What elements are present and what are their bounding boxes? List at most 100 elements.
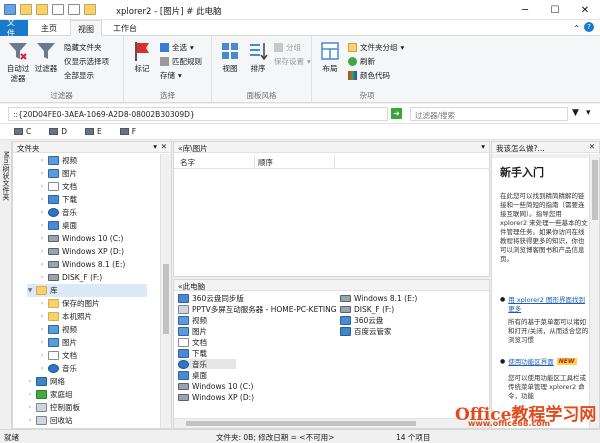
copy-icon[interactable] — [68, 4, 80, 15]
tree-item[interactable]: › Windows XP (D:) — [39, 245, 124, 258]
tree-item[interactable]: › 视频 — [39, 323, 77, 336]
tree-item[interactable]: › 家庭组 — [27, 388, 73, 401]
scroll-thumb[interactable] — [592, 160, 598, 220]
expand-right-icon[interactable]: › — [39, 274, 45, 281]
expand-right-icon[interactable]: › — [39, 300, 45, 307]
show-selection-item[interactable]: 仅显示选择项 — [64, 56, 109, 67]
ribbon-ui-link[interactable]: 使用功能区界面 — [508, 356, 554, 366]
store-item[interactable]: 存储 ▾ — [160, 70, 182, 81]
list-item[interactable]: 图片 — [178, 326, 207, 336]
list-item[interactable]: 360云盘 — [340, 315, 383, 325]
maximize-button[interactable]: ☐ — [540, 0, 570, 20]
help-icon[interactable]: ? — [584, 22, 594, 32]
expand-right-icon[interactable]: › — [39, 339, 45, 346]
list-item[interactable]: 视频 — [178, 315, 207, 325]
expand-right-icon[interactable]: › — [27, 391, 33, 398]
expand-right-icon[interactable]: › — [27, 417, 33, 424]
view-button[interactable]: 视图 — [216, 40, 244, 74]
mini-tree-side-tab[interactable]: Mini树状文件夹 — [0, 141, 12, 429]
scroll-thumb[interactable] — [186, 421, 416, 426]
collapse-ribbon-icon[interactable]: ⌃ — [573, 24, 580, 33]
tab-view[interactable]: 视图 — [70, 20, 102, 37]
list-item[interactable]: Windows 8.1 (E:) — [340, 293, 417, 303]
list-item[interactable]: PPTV多屏互动服务器 - HOME-PC-KETING — [178, 304, 337, 314]
tree-item[interactable]: › DISK_F (F:) — [39, 271, 102, 284]
close-pane-icon[interactable]: ✕ — [589, 142, 595, 151]
tree-item[interactable]: › 回收站 — [27, 414, 73, 427]
close-pane-icon[interactable]: ✕ — [161, 142, 167, 151]
column-name[interactable]: 名字 — [180, 157, 195, 168]
tree-item[interactable]: › Windows 10 (C:) — [39, 232, 124, 245]
filter-button[interactable]: 过滤器 — [32, 40, 60, 74]
expand-right-icon[interactable]: › — [27, 378, 33, 385]
search-input[interactable]: 过滤器/搜索 — [410, 107, 568, 121]
folder-icon[interactable] — [84, 4, 96, 15]
expand-right-icon[interactable]: › — [39, 326, 45, 333]
list-item[interactable]: 音乐 — [178, 359, 236, 369]
list-item[interactable]: 百度云管家 — [340, 326, 392, 336]
pin-icon[interactable]: ▾ — [153, 142, 157, 151]
folder-group-item[interactable]: 文件夹分组 ▾ — [348, 42, 404, 53]
filter-icon[interactable]: ▼ — [572, 108, 579, 118]
sort-button[interactable]: 排序 — [244, 40, 272, 74]
group-item[interactable]: 分组 — [274, 42, 301, 53]
tree-item[interactable]: › 图片 — [39, 167, 77, 180]
tree-item[interactable]: › 文档 — [39, 180, 77, 193]
refresh-item[interactable]: 刷新 — [348, 56, 375, 67]
tree-item[interactable]: › 控制面板 — [27, 401, 80, 414]
expand-right-icon[interactable]: › — [39, 313, 45, 320]
expand-right-icon[interactable]: › — [39, 261, 45, 268]
list-item[interactable]: 360云盘同步版 — [178, 293, 244, 303]
expand-down-icon[interactable]: ▼ — [27, 287, 33, 294]
minimize-button[interactable]: ─ — [510, 0, 540, 20]
expand-right-icon[interactable]: › — [39, 170, 45, 177]
close-button[interactable]: ✕ — [570, 0, 600, 20]
expand-right-icon[interactable]: › — [39, 222, 45, 229]
expand-right-icon[interactable]: › — [39, 235, 45, 242]
tree-item[interactable]: ▼ 库 — [27, 284, 147, 297]
new-folder-icon[interactable] — [20, 4, 32, 15]
tree-item[interactable]: › 音乐 — [39, 362, 77, 375]
drive-c-button[interactable]: C — [14, 127, 31, 136]
go-icon[interactable]: ➜ — [391, 108, 402, 119]
match-rules-item[interactable]: 匹配规则 — [160, 56, 202, 67]
expand-right-icon[interactable]: › — [27, 404, 33, 411]
expand-right-icon[interactable]: › — [39, 157, 45, 164]
list-item[interactable]: DISK_F (F:) — [340, 304, 394, 314]
expand-right-icon[interactable]: › — [39, 248, 45, 255]
mark-button[interactable]: 标记 — [128, 40, 156, 74]
select-all-item[interactable]: 全选 ▾ — [160, 42, 194, 53]
tree-item[interactable]: › 图片 — [39, 336, 77, 349]
layout-button[interactable]: 布局 — [316, 40, 344, 74]
expand-right-icon[interactable]: › — [39, 365, 45, 372]
tree-item[interactable]: › 视频 — [39, 154, 77, 167]
menu-icon[interactable]: ▾ — [586, 108, 591, 118]
drive-d-button[interactable]: D — [49, 127, 67, 136]
list-item[interactable]: 下载 — [178, 348, 207, 358]
tree-item[interactable]: › Windows 8.1 (E:) — [39, 258, 126, 271]
show-all-item[interactable]: 全部显示 — [64, 70, 94, 81]
tree-item[interactable]: › 音乐 — [39, 206, 77, 219]
list-item[interactable]: 桌面 — [178, 370, 207, 380]
drive-e-button[interactable]: E — [85, 127, 102, 136]
help-scrollbar[interactable] — [589, 154, 599, 428]
tree-item[interactable]: › 保存的图片 — [39, 297, 100, 310]
tree-item[interactable]: › 桌面 — [39, 219, 77, 232]
tree-item[interactable]: › 下载 — [39, 193, 77, 206]
list-item[interactable]: 文档 — [178, 337, 207, 347]
scroll-thumb[interactable] — [163, 264, 169, 334]
tree-item[interactable]: › 网络 — [27, 375, 65, 388]
open-folder-icon[interactable] — [36, 4, 48, 15]
color-code-item[interactable]: 颜色代码 — [348, 70, 390, 81]
gui-link[interactable]: 用 xplorer2 图形界面找到更多 — [508, 296, 590, 314]
expand-right-icon[interactable]: › — [39, 183, 45, 190]
hide-folders-item[interactable]: 隐藏文件夹 — [64, 42, 102, 53]
tab-home[interactable]: 主页 — [34, 20, 64, 36]
expand-right-icon[interactable]: › — [39, 196, 45, 203]
app-icon[interactable] — [4, 4, 16, 15]
tree-item[interactable]: › 文档 — [39, 349, 77, 362]
list-item[interactable]: Windows XP (D:) — [178, 392, 254, 402]
tab-file[interactable]: 文件 — [0, 18, 28, 38]
auto-filter-button[interactable]: 自动过滤器 — [4, 40, 32, 84]
tab-workbench[interactable]: 工作台 — [106, 20, 144, 36]
